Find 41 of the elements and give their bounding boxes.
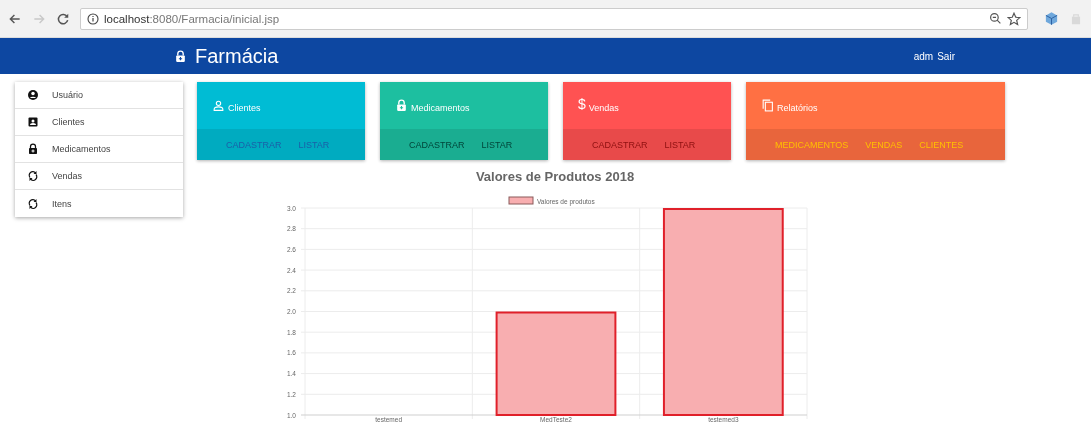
app-title: Farmácia — [195, 44, 279, 68]
card-title: Vendas — [588, 102, 619, 113]
card-title: Medicamentos — [411, 102, 470, 113]
card-title: Relatórios — [777, 102, 818, 113]
sidebar-item[interactable]: Usuário — [15, 82, 183, 109]
card-action-link[interactable]: CLIENTES — [919, 139, 964, 150]
lock-icon — [174, 49, 187, 63]
card-action-link[interactable]: CADASTRAR — [226, 139, 282, 150]
card-action-link[interactable]: VENDAS — [865, 139, 903, 150]
sync-icon — [27, 170, 39, 182]
url-path: :8080/Farmacia/inicial.jsp — [149, 12, 280, 25]
url-host: localhost — [104, 12, 150, 25]
copy-icon — [761, 99, 774, 112]
info-icon — [87, 12, 99, 25]
sync-icon — [27, 197, 39, 210]
card-action-link[interactable]: LISTAR — [481, 139, 513, 150]
sidebar-item[interactable]: Clientes — [15, 109, 183, 136]
user-name: adm — [913, 50, 934, 62]
address-bar[interactable]: localhost:8080/Farmacia/inicial.jsp — [80, 7, 1028, 30]
logout-link[interactable]: Sair — [937, 50, 955, 62]
star-icon[interactable] — [1007, 11, 1021, 26]
lock-icon — [395, 99, 408, 112]
legend-swatch[interactable] — [508, 196, 534, 205]
dollar-sign: $ — [578, 95, 586, 112]
reload-icon[interactable] — [56, 11, 70, 26]
card-title: Clientes — [228, 102, 261, 113]
cube-icon[interactable] — [1044, 11, 1059, 26]
sidebar-item[interactable]: Itens — [15, 190, 183, 217]
person-icon — [212, 99, 225, 112]
card-action-link[interactable]: CADASTRAR — [409, 139, 465, 150]
card-action-link[interactable]: LISTAR — [298, 139, 330, 150]
chart-title: Valores de Produtos 2018 — [475, 169, 635, 184]
sidebar-item[interactable]: Medicamentos — [15, 136, 183, 163]
card-action-link[interactable]: LISTAR — [664, 139, 696, 150]
card-action-link[interactable]: MEDICAMENTOS — [775, 139, 849, 150]
sidebar-item[interactable]: Vendas — [15, 163, 183, 190]
contact-card-icon — [27, 116, 39, 128]
zoom-out-icon[interactable] — [989, 12, 1002, 25]
lock-plus-icon — [27, 143, 39, 155]
account-icon — [27, 89, 39, 101]
card-action-link[interactable]: CADASTRAR — [592, 139, 648, 150]
